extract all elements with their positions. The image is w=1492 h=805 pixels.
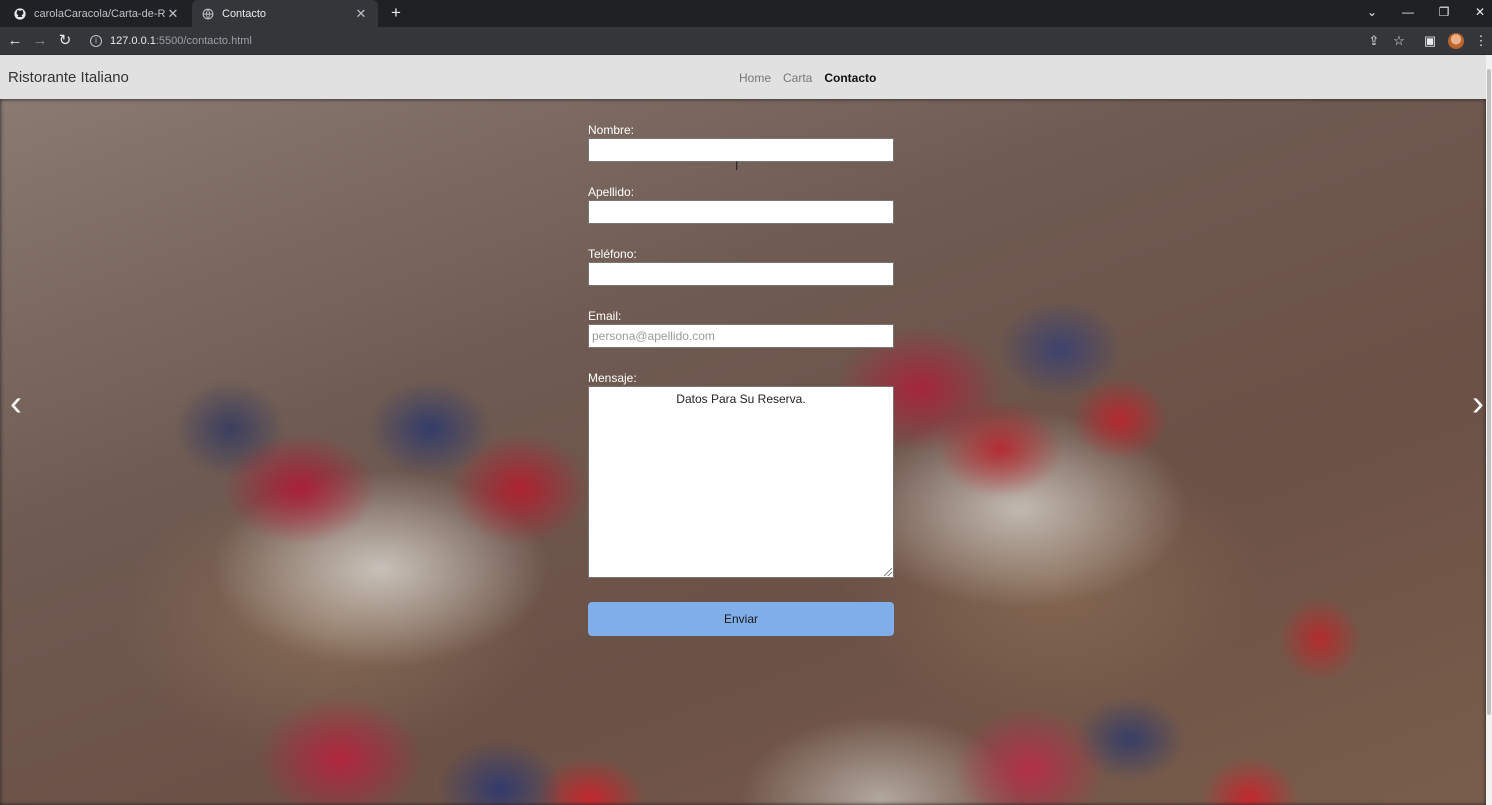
mensaje-label: Mensaje:: [588, 371, 637, 385]
mensaje-text: Datos Para Su Reserva.: [676, 392, 806, 406]
site-info-icon[interactable]: i: [90, 35, 102, 47]
text-cursor-icon: I: [735, 159, 739, 173]
url-text: 127.0.0.1:5500/contacto.html: [110, 35, 252, 47]
tab-title: Contacto: [222, 7, 267, 20]
browser-tab-strip: carolaCaracola/Carta-de-Restaurante ✕ Co…: [0, 0, 1492, 27]
email-label: Email:: [588, 309, 622, 323]
mensaje-textarea[interactable]: Datos Para Su Reserva.: [588, 386, 894, 578]
globe-icon: [202, 8, 214, 19]
browser-toolbar: ← → ↻ i 127.0.0.1:5500/contacto.html ⇪ ☆…: [0, 27, 1492, 55]
email-field[interactable]: persona@apellido.com: [588, 324, 894, 348]
back-icon[interactable]: ←: [5, 31, 25, 51]
enviar-button[interactable]: Enviar: [588, 602, 894, 636]
browser-tab[interactable]: carolaCaracola/Carta-de-Restaurante ✕: [4, 0, 190, 27]
share-icon[interactable]: ⇪: [1365, 32, 1383, 50]
tab-title: carolaCaracola/Carta-de-Restaurante: [34, 7, 166, 20]
page-scrollbar[interactable]: [1486, 55, 1492, 805]
github-icon: [14, 7, 26, 20]
scrollbar-thumb[interactable]: [1487, 69, 1491, 715]
nav-link-contacto[interactable]: Contacto: [824, 71, 876, 85]
contact-form: Nombre: Apellido: Teléfono: Email: perso…: [588, 123, 894, 636]
close-tab-icon[interactable]: ✕: [354, 6, 368, 22]
tab-search-icon[interactable]: ⌄: [1354, 0, 1390, 27]
bookmark-star-icon[interactable]: ☆: [1390, 32, 1408, 50]
carousel-prev-icon[interactable]: ‹: [4, 385, 28, 421]
side-panel-icon[interactable]: ▣: [1421, 32, 1439, 50]
menu-kebab-icon[interactable]: ⋮: [1472, 32, 1490, 50]
nav-links: Home Carta Contacto: [739, 71, 876, 85]
forward-icon[interactable]: →: [30, 31, 50, 51]
nav-link-carta[interactable]: Carta: [783, 71, 812, 85]
nombre-label: Nombre:: [588, 123, 635, 137]
address-bar[interactable]: i 127.0.0.1:5500/contacto.html: [82, 30, 1412, 52]
close-tab-icon[interactable]: ✕: [166, 6, 180, 22]
browser-tab-active[interactable]: Contacto ✕: [192, 0, 378, 27]
apellido-field[interactable]: [588, 200, 894, 224]
page-viewport: Ristorante Italiano Home Carta Contacto …: [0, 55, 1486, 805]
restore-icon[interactable]: ❐: [1426, 0, 1462, 27]
close-window-icon[interactable]: ✕: [1462, 0, 1492, 27]
carousel-next-icon[interactable]: ›: [1466, 385, 1486, 421]
resize-grip-icon[interactable]: [884, 568, 892, 576]
site-navbar: Ristorante Italiano Home Carta Contacto: [0, 55, 1486, 99]
profile-avatar[interactable]: [1448, 33, 1464, 49]
site-brand[interactable]: Ristorante Italiano: [8, 69, 129, 86]
telefono-label: Teléfono:: [588, 247, 637, 261]
nombre-field[interactable]: [588, 138, 894, 162]
minimize-icon[interactable]: —: [1390, 0, 1426, 27]
apellido-label: Apellido:: [588, 185, 635, 199]
new-tab-button[interactable]: +: [386, 2, 406, 24]
nav-link-home[interactable]: Home: [739, 71, 771, 85]
telefono-field[interactable]: [588, 262, 894, 286]
reload-icon[interactable]: ↻: [55, 31, 75, 51]
